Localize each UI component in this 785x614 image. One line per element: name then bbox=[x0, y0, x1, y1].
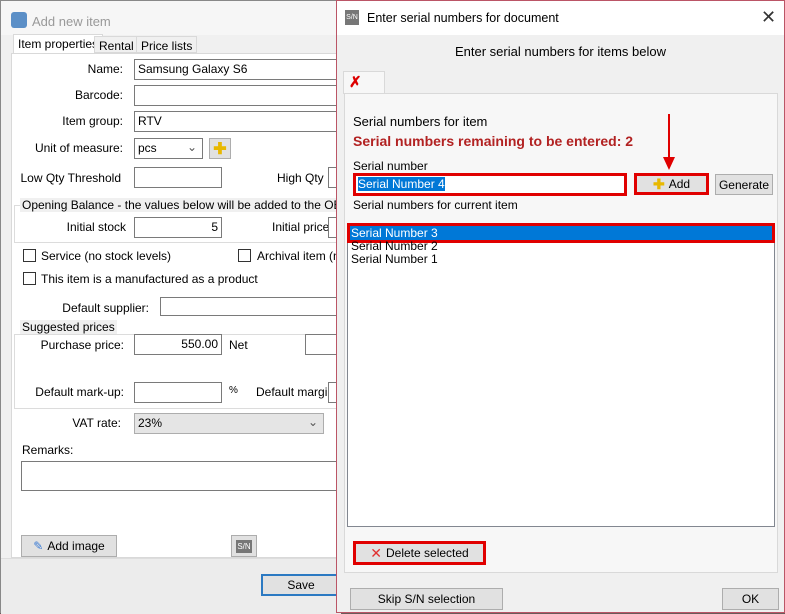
initial-stock-label: Initial stock bbox=[66, 220, 126, 234]
manufactured-checkbox[interactable] bbox=[23, 272, 36, 285]
initial-price-label: Initial price bbox=[272, 220, 330, 234]
high-qty-label: High Qty bbox=[277, 171, 324, 185]
item-group-input[interactable]: RTV bbox=[134, 111, 344, 132]
tab-price-lists[interactable]: Price lists bbox=[136, 36, 198, 53]
delete-x-icon: ✕ bbox=[370, 544, 382, 561]
margin-label: Default margin: bbox=[256, 385, 338, 399]
add-label: Add bbox=[668, 177, 691, 191]
plus-icon: ✚ bbox=[652, 175, 665, 192]
purchase-price-input[interactable]: 550.00 bbox=[134, 334, 222, 355]
skip-sn-button[interactable]: Skip S/N selection bbox=[350, 588, 503, 610]
serial-numbers-dialog: S/N Enter serial numbers for document ✕ … bbox=[336, 0, 785, 613]
vat-label: VAT rate: bbox=[72, 416, 121, 430]
archival-label: Archival item (not bbox=[257, 249, 337, 263]
item-group-label: Item group: bbox=[62, 114, 123, 128]
plus-icon: ✚ bbox=[213, 140, 227, 158]
generate-button[interactable]: Generate bbox=[715, 174, 773, 195]
unit-label: Unit of measure: bbox=[34, 141, 123, 155]
dialog-heading: Enter serial numbers for items below bbox=[455, 44, 666, 59]
remarks-label: Remarks: bbox=[22, 443, 74, 457]
chevron-down-icon: ⌄ bbox=[307, 415, 318, 429]
unit-select[interactable]: pcs ⌄ bbox=[134, 138, 203, 159]
window-title: Add new item bbox=[32, 14, 111, 29]
serial-list[interactable] bbox=[347, 223, 775, 527]
arrow-annotation bbox=[668, 114, 670, 159]
vat-select[interactable]: 23% ⌄ bbox=[134, 413, 324, 434]
percent-label: % bbox=[229, 385, 238, 396]
sn-icon: S/N bbox=[345, 10, 359, 25]
service-label: Service (no stock levels) bbox=[41, 249, 172, 263]
ok-button[interactable]: OK bbox=[722, 588, 779, 610]
serial-number-label: Serial number bbox=[353, 159, 428, 173]
net-label: Net bbox=[229, 338, 248, 352]
serial-numbers-button[interactable]: S/N bbox=[231, 535, 257, 557]
name-input[interactable]: Samsung Galaxy S6 bbox=[134, 59, 344, 80]
name-label: Name: bbox=[87, 62, 123, 76]
app-icon bbox=[11, 12, 27, 28]
delete-selected-button[interactable]: ✕ Delete selected bbox=[353, 541, 486, 565]
pencil-icon: ✎ bbox=[33, 539, 44, 553]
barcode-input[interactable] bbox=[134, 85, 344, 106]
markup-label: Default mark-up: bbox=[35, 385, 124, 399]
add-item-window: Add new item Item properties Rental Pric… bbox=[0, 0, 348, 614]
purchase-price-label: Purchase price: bbox=[40, 338, 124, 352]
supplier-label: Default supplier: bbox=[62, 301, 149, 315]
add-serial-button[interactable]: ✚ Add bbox=[634, 173, 709, 195]
remarks-textarea[interactable] bbox=[21, 461, 346, 491]
section-title: Serial numbers for item bbox=[353, 114, 488, 129]
suggested-prices-label: Suggested prices bbox=[20, 320, 117, 334]
tab-item-properties[interactable]: Item properties bbox=[13, 34, 104, 54]
initial-stock-input[interactable]: 5 bbox=[134, 217, 222, 238]
chevron-down-icon: ⌄ bbox=[186, 140, 197, 154]
delete-label: Delete selected bbox=[386, 546, 469, 560]
item-tab[interactable]: ✗ bbox=[343, 71, 385, 94]
invalid-x-icon: ✗ bbox=[349, 74, 362, 91]
supplier-input[interactable] bbox=[160, 297, 345, 316]
dialog-title: Enter serial numbers for document bbox=[367, 11, 559, 25]
list-item[interactable]: Serial Number 3 bbox=[351, 226, 438, 240]
low-qty-input[interactable] bbox=[134, 167, 222, 188]
save-button[interactable]: Save bbox=[261, 574, 341, 596]
add-image-label: Add image bbox=[47, 539, 105, 553]
list-label: Serial numbers for current item bbox=[353, 198, 518, 212]
archival-checkbox[interactable] bbox=[238, 249, 251, 262]
unit-value: pcs bbox=[138, 141, 157, 155]
markup-input[interactable] bbox=[134, 382, 222, 403]
add-image-button[interactable]: ✎ Add image bbox=[21, 535, 117, 557]
tab-rental[interactable]: Rental bbox=[94, 36, 139, 53]
sn-icon: S/N bbox=[236, 539, 252, 553]
manufactured-label: This item is a manufactured as a product bbox=[41, 272, 258, 286]
add-unit-button[interactable]: ✚ bbox=[209, 138, 231, 159]
list-item[interactable]: Serial Number 2 bbox=[351, 239, 438, 253]
low-qty-label: Low Qty Threshold bbox=[20, 171, 122, 185]
serial-number-input[interactable]: Serial Number 4 bbox=[353, 173, 627, 196]
vat-value: 23% bbox=[138, 416, 163, 430]
arrow-head bbox=[663, 157, 675, 170]
close-icon[interactable]: ✕ bbox=[761, 7, 776, 28]
opening-balance-label: Opening Balance - the values below will … bbox=[20, 198, 336, 212]
remaining-text: Serial numbers remaining to be entered: … bbox=[353, 133, 634, 149]
service-checkbox[interactable] bbox=[23, 249, 36, 262]
serial-number-value: Serial Number 4 bbox=[358, 177, 445, 191]
list-item[interactable]: Serial Number 1 bbox=[351, 252, 438, 266]
barcode-label: Barcode: bbox=[74, 88, 123, 102]
